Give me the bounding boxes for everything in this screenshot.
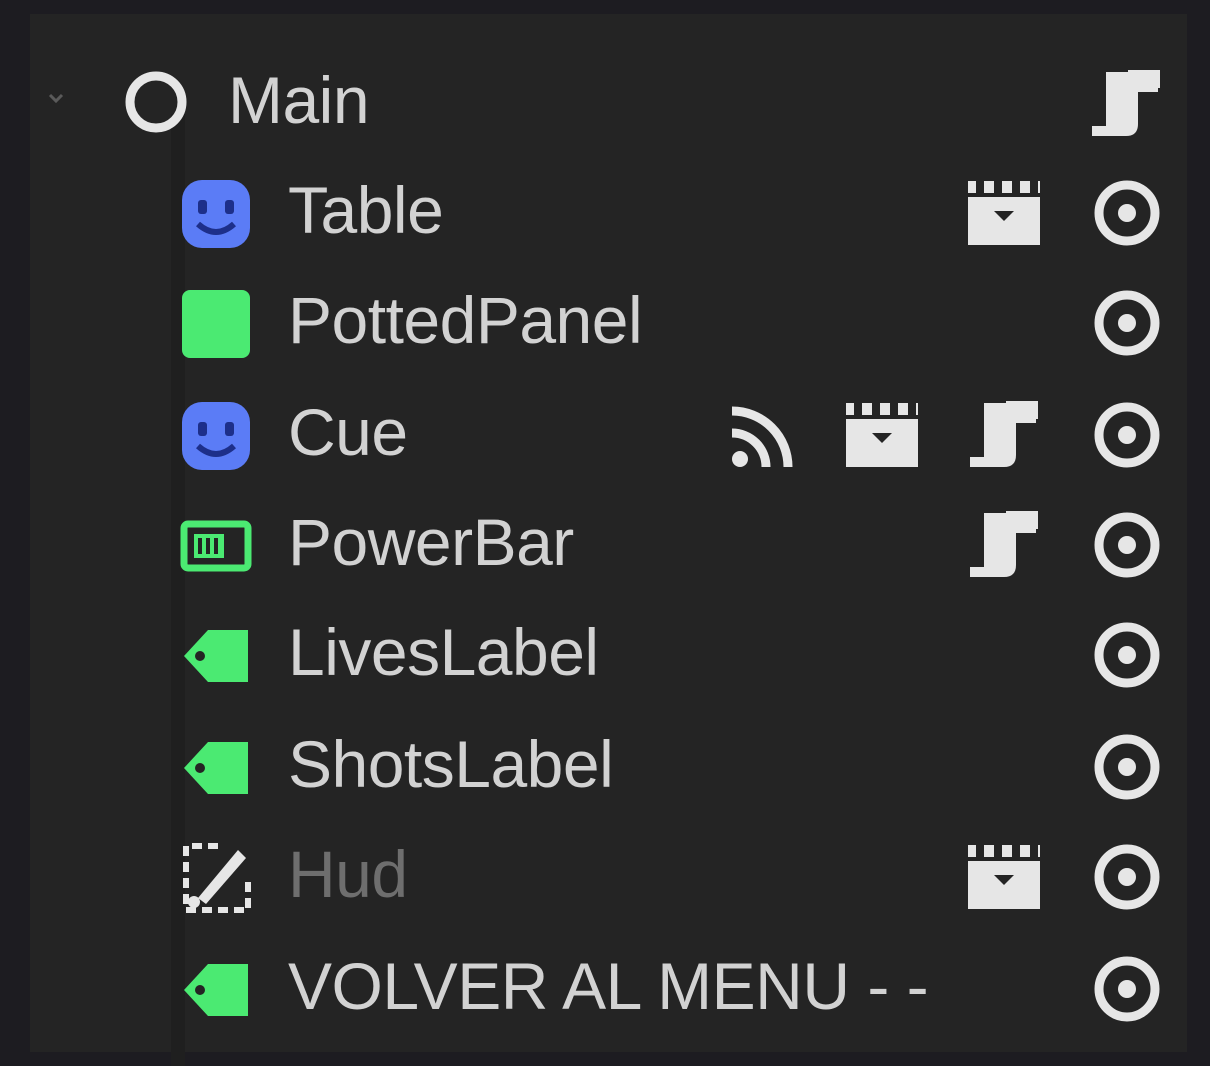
tree-row-main[interactable]: Main xyxy=(30,48,1187,158)
signal-icon[interactable] xyxy=(728,397,804,473)
scene-tree-panel: Main Table PottedPanel Cue PowerBar Live… xyxy=(30,14,1187,1066)
node-label[interactable]: Hud xyxy=(288,834,408,914)
character-body-icon xyxy=(178,176,254,252)
visibility-eye-icon[interactable] xyxy=(1090,618,1164,692)
node-label[interactable]: Main xyxy=(228,60,370,140)
node-label[interactable]: LivesLabel xyxy=(288,612,599,692)
script-icon[interactable] xyxy=(1088,66,1164,142)
label-tag-icon xyxy=(184,742,248,794)
collapse-arrow-icon[interactable] xyxy=(48,90,64,106)
node-label[interactable]: Cue xyxy=(288,392,408,472)
tree-row-hud[interactable]: Hud xyxy=(30,822,1187,932)
panel-icon xyxy=(182,290,250,358)
clapper-icon[interactable] xyxy=(966,175,1042,251)
visibility-eye-icon[interactable] xyxy=(1090,398,1164,472)
character-body-icon xyxy=(178,398,254,474)
node-label[interactable]: ShotsLabel xyxy=(288,724,614,804)
node-2d-circle-icon xyxy=(125,71,187,133)
node-label[interactable]: VOLVER AL MENU - - xyxy=(288,946,929,1026)
node-label[interactable]: Table xyxy=(288,170,444,250)
label-tag-icon xyxy=(184,630,248,682)
node-label[interactable]: PottedPanel xyxy=(288,280,643,360)
progress-bar-icon xyxy=(180,520,252,572)
tree-row-powerbar[interactable]: PowerBar xyxy=(30,490,1187,600)
visibility-eye-icon[interactable] xyxy=(1090,730,1164,804)
visibility-eye-icon[interactable] xyxy=(1090,952,1164,1026)
tree-row-cue[interactable]: Cue xyxy=(30,380,1187,490)
tree-row-pottedpanel[interactable]: PottedPanel xyxy=(30,268,1187,378)
visibility-eye-icon[interactable] xyxy=(1090,508,1164,582)
script-icon[interactable] xyxy=(966,397,1042,473)
canvas-edit-icon xyxy=(183,843,251,913)
tree-row-table[interactable]: Table xyxy=(30,158,1187,268)
node-label[interactable]: PowerBar xyxy=(288,502,574,582)
tree-row-shotslabel[interactable]: ShotsLabel xyxy=(30,712,1187,822)
clapper-icon[interactable] xyxy=(844,397,920,473)
label-tag-icon xyxy=(184,964,248,1016)
visibility-eye-icon[interactable] xyxy=(1090,286,1164,360)
script-icon[interactable] xyxy=(966,507,1042,583)
visibility-eye-icon[interactable] xyxy=(1090,840,1164,914)
clapper-icon[interactable] xyxy=(966,839,1042,915)
visibility-eye-icon[interactable] xyxy=(1090,176,1164,250)
tree-row-liveslabel[interactable]: LivesLabel xyxy=(30,600,1187,710)
tree-row-volver-al-menu[interactable]: VOLVER AL MENU - - xyxy=(30,934,1187,1044)
